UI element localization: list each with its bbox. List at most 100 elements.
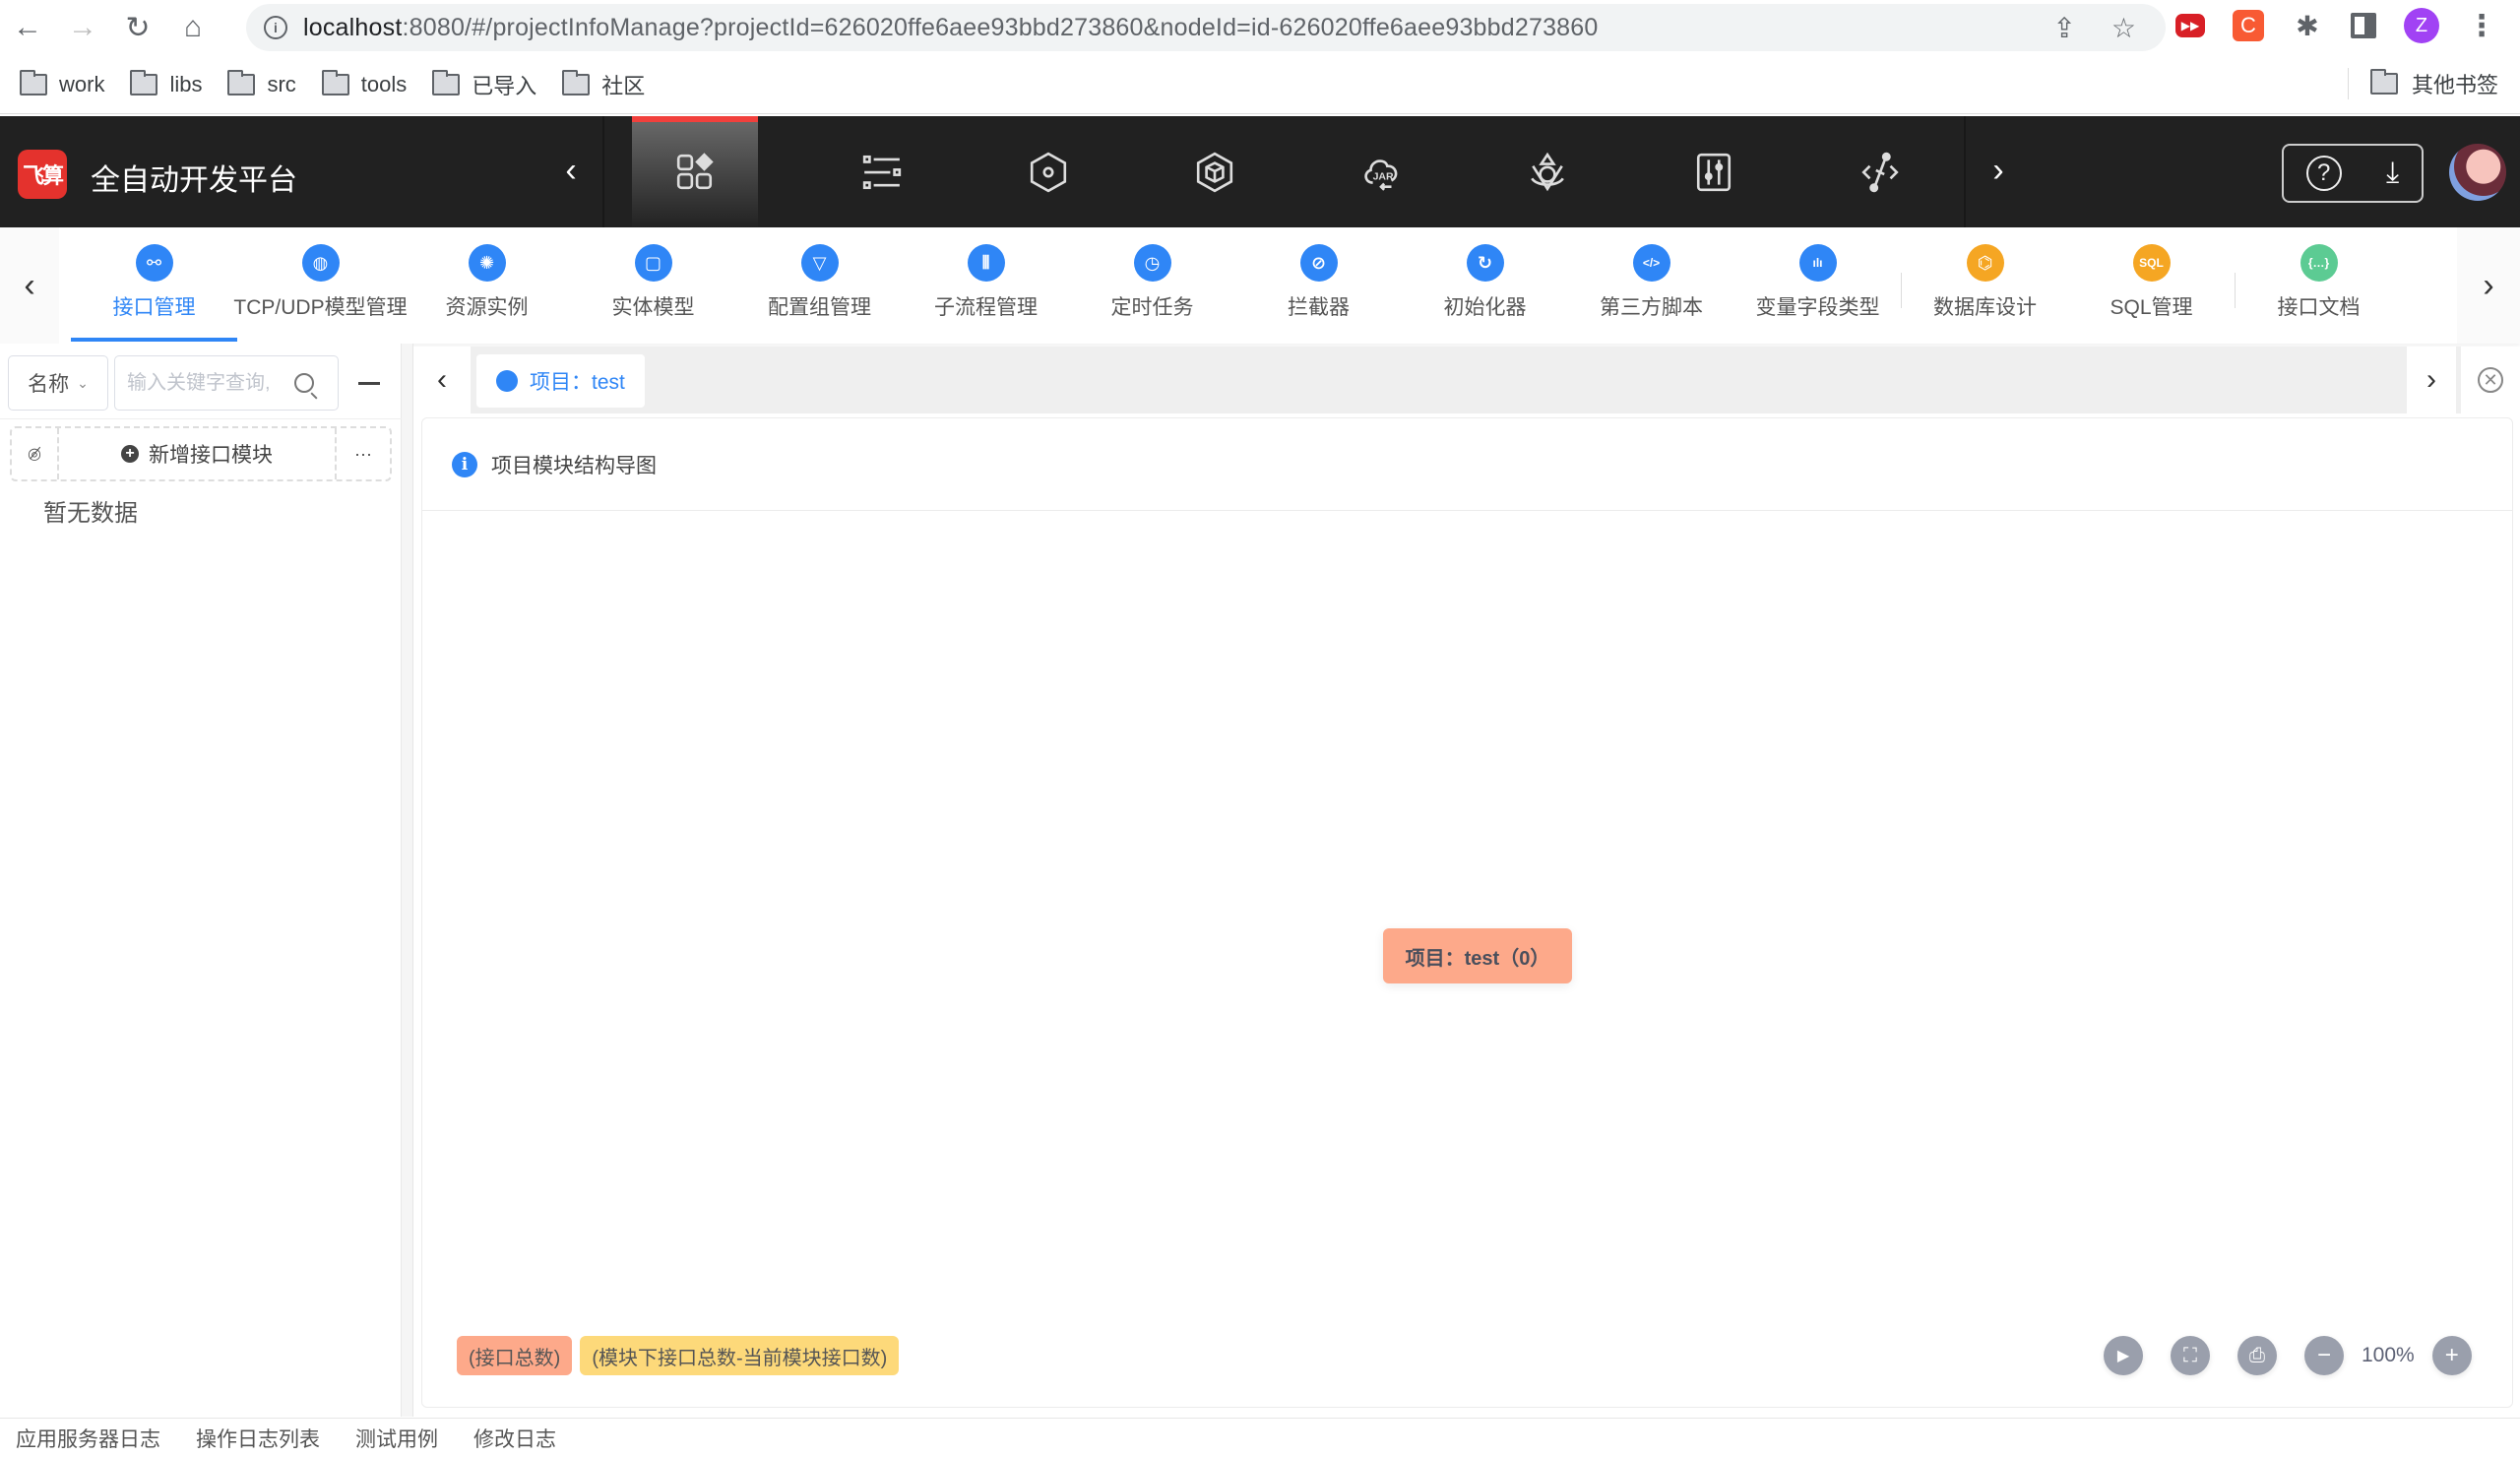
module-item[interactable]: ılı 变量字段类型 bbox=[1734, 227, 1901, 344]
panel-divider bbox=[0, 418, 402, 419]
tab-change-log[interactable]: 修改日志 bbox=[473, 1424, 556, 1453]
list-settings-icon bbox=[862, 155, 901, 189]
frame-icon: ▢ bbox=[634, 244, 672, 282]
card-title: 项目模块结构导图 bbox=[491, 454, 657, 477]
tab-label: 项目：test bbox=[530, 371, 625, 394]
module-item[interactable]: ↻ 初始化器 bbox=[1402, 227, 1568, 344]
app-logo[interactable]: 飞算 bbox=[18, 150, 67, 199]
profile-avatar[interactable]: Z bbox=[2404, 8, 2439, 43]
tab-scroll-prev[interactable]: ‹ bbox=[413, 347, 471, 413]
bookmark-src[interactable]: src bbox=[227, 69, 296, 97]
link-icon: ⚯ bbox=[135, 244, 173, 282]
minus-icon bbox=[358, 381, 380, 385]
browser-menu-icon[interactable]: ⋮ bbox=[2467, 9, 2496, 43]
zoom-in-icon[interactable]: + bbox=[2431, 1336, 2472, 1375]
home-icon[interactable]: ⌂ bbox=[165, 0, 220, 55]
panel-resize-handle[interactable] bbox=[402, 344, 413, 1417]
bookmark-work[interactable]: work bbox=[20, 69, 104, 97]
collapse-all-button[interactable] bbox=[345, 355, 394, 411]
nav-api-link[interactable] bbox=[1796, 116, 1963, 227]
fit-screen-icon[interactable]: ⛶ bbox=[2171, 1336, 2210, 1375]
tab-operation-log[interactable]: 操作日志列表 bbox=[196, 1424, 320, 1453]
address-bar[interactable]: i localhost:8080/#/projectInfoManage?pro… bbox=[246, 4, 2166, 51]
tab-test-cases[interactable]: 测试用例 bbox=[355, 1424, 438, 1453]
module-item[interactable]: {…} 接口文档 bbox=[2236, 227, 2402, 344]
chevron-down-icon: ⌄ bbox=[77, 374, 89, 391]
tab-app-server-log[interactable]: 应用服务器日志 bbox=[16, 1424, 160, 1453]
url-text[interactable]: localhost:8080/#/projectInfoManage?proje… bbox=[303, 14, 1598, 42]
module-item-label: 数据库设计 bbox=[1933, 296, 2037, 319]
eye-hidden-icon[interactable]: ◎̸ bbox=[12, 428, 59, 479]
nav-cube[interactable] bbox=[1131, 116, 1297, 227]
zoom-out-icon[interactable]: − bbox=[2304, 1336, 2344, 1375]
extensions-puzzle-icon[interactable]: ✱ bbox=[2292, 10, 2323, 41]
module-item-label: 子流程管理 bbox=[934, 296, 1038, 319]
close-all-tabs-button[interactable]: ✕ bbox=[2461, 347, 2520, 413]
nav-network[interactable] bbox=[1464, 116, 1630, 227]
refresh-icon: ↻ bbox=[1466, 244, 1504, 282]
page-tab-bar: ‹ 项目：test › ✕ bbox=[413, 347, 2520, 413]
nav-jar[interactable]: JAR bbox=[1297, 116, 1464, 227]
bookmark-tools[interactable]: tools bbox=[321, 69, 407, 97]
reload-icon[interactable]: ↻ bbox=[110, 0, 165, 55]
module-item-label: 定时任务 bbox=[1110, 296, 1194, 319]
tab-project-test[interactable]: 项目：test bbox=[476, 354, 645, 408]
module-item-label: 配置组管理 bbox=[768, 296, 871, 319]
module-item[interactable]: ▢ 实体模型 bbox=[570, 227, 736, 344]
module-item-label: 接口文档 bbox=[2277, 296, 2361, 319]
search-icon[interactable] bbox=[294, 373, 314, 393]
keyword-search-input[interactable] bbox=[127, 371, 294, 395]
sql-icon: SQL bbox=[2132, 244, 2171, 282]
back-icon[interactable]: ← bbox=[0, 0, 55, 55]
module-item[interactable]: ⊘ 拦截器 bbox=[1235, 227, 1402, 344]
header-prev-arrow[interactable]: ‹ bbox=[551, 146, 591, 195]
add-module-button[interactable]: + 新增接口模块 bbox=[59, 428, 335, 479]
bookmarks-bar: work libs src tools 已导入 社区 其他书签 bbox=[0, 55, 2520, 114]
module-item[interactable]: ⫴ 子流程管理 bbox=[903, 227, 1069, 344]
download-icon[interactable]: ⤓ bbox=[2386, 157, 2399, 190]
module-item[interactable]: ◷ 定时任务 bbox=[1069, 227, 1235, 344]
nav-hexagon[interactable] bbox=[965, 116, 1131, 227]
help-icon[interactable]: ? bbox=[2305, 156, 2342, 191]
header-divider bbox=[602, 116, 604, 227]
module-item-label: 拦截器 bbox=[1288, 296, 1350, 319]
mindmap-controls: ▶ ⛶ ⎙ − 100% + bbox=[2104, 1336, 2472, 1375]
header-next-arrow[interactable]: › bbox=[1979, 146, 2018, 195]
user-avatar[interactable] bbox=[2449, 144, 2506, 201]
header-tools: ? ⤓ bbox=[2282, 144, 2424, 203]
share-icon[interactable]: ⇪ bbox=[2052, 12, 2075, 44]
module-item[interactable]: </> 第三方脚本 bbox=[1568, 227, 1734, 344]
site-info-icon[interactable]: i bbox=[264, 16, 287, 39]
other-bookmarks[interactable]: 其他书签 bbox=[2347, 68, 2498, 99]
bookmark-star-icon[interactable]: ☆ bbox=[2111, 12, 2136, 44]
tab-scroll-next[interactable]: › bbox=[2407, 347, 2456, 413]
apps-icon bbox=[676, 152, 714, 189]
module-item[interactable]: SQL SQL管理 bbox=[2068, 227, 2235, 344]
module-prev-arrow[interactable]: ‹ bbox=[0, 227, 59, 344]
bookmark-libs[interactable]: libs bbox=[130, 69, 202, 97]
bookmark-community[interactable]: 社区 bbox=[562, 69, 645, 100]
more-options-button[interactable]: ··· bbox=[335, 428, 390, 479]
module-item[interactable]: ⌬ 数据库设计 bbox=[1902, 227, 2068, 344]
module-item[interactable]: ⚯ 接口管理 bbox=[71, 227, 237, 344]
bookmark-imported[interactable]: 已导入 bbox=[432, 69, 536, 100]
close-circle-icon: ✕ bbox=[2478, 367, 2503, 393]
nav-apps[interactable] bbox=[632, 116, 758, 227]
play-icon[interactable]: ▶ bbox=[2104, 1336, 2143, 1375]
side-panel-icon[interactable] bbox=[2351, 13, 2376, 38]
video-extension-icon[interactable]: ▶▶ bbox=[2175, 14, 2205, 37]
filter-field-select[interactable]: 名称 ⌄ bbox=[8, 355, 108, 411]
module-item[interactable]: ▽ 配置组管理 bbox=[736, 227, 903, 344]
keyword-search[interactable] bbox=[114, 355, 339, 411]
module-item[interactable]: ◍ TCP/UDP模型管理 bbox=[233, 227, 408, 344]
module-item-label: 资源实例 bbox=[445, 296, 529, 319]
nav-sliders[interactable] bbox=[1630, 116, 1796, 227]
api-link-icon bbox=[1860, 152, 1899, 192]
forward-icon[interactable]: → bbox=[55, 0, 110, 55]
module-next-arrow[interactable]: › bbox=[2457, 227, 2520, 344]
nav-list-settings[interactable] bbox=[798, 116, 965, 227]
mindmap-root-node[interactable]: 项目：test（0） bbox=[1383, 928, 1572, 983]
c-extension-icon[interactable]: C bbox=[2233, 10, 2264, 41]
module-item[interactable]: ✺ 资源实例 bbox=[404, 227, 570, 344]
print-icon[interactable]: ⎙ bbox=[2237, 1336, 2277, 1375]
